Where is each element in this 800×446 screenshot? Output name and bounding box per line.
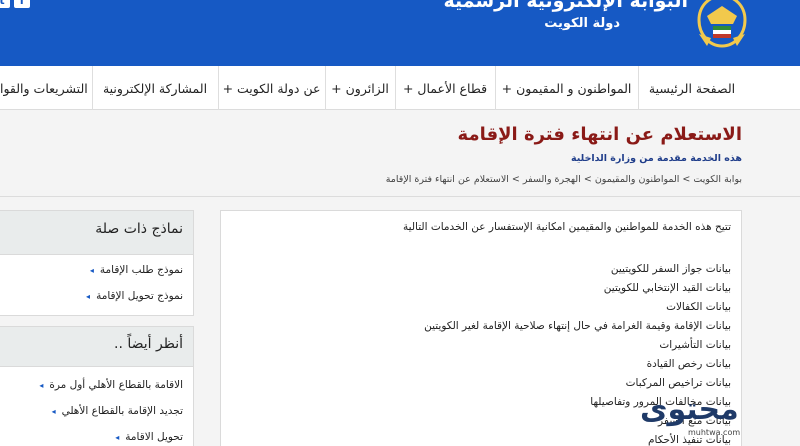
social-links: t f bbox=[0, 0, 30, 8]
see-also-label: تجديد الإقامة بالقطاع الأهلي bbox=[61, 405, 183, 417]
service-item: بيانات رخص القيادة bbox=[646, 358, 731, 370]
nav-item-home[interactable]: الصفحة الرئيسية bbox=[638, 66, 746, 110]
breadcrumb[interactable]: بوابة الكويت > المواطنون والمقيمون > اله… bbox=[386, 174, 742, 185]
chevron-left-icon: ◂ bbox=[115, 432, 120, 442]
portal-title[interactable]: البوابة الإلكترونية الرسمية bbox=[443, 0, 688, 12]
watermark-logo: محتوى bbox=[640, 392, 739, 427]
service-item: بيانات جواز السفر للكويتيين bbox=[610, 263, 731, 275]
service-item: بيانات القيد الإنتخابي للكويتين bbox=[603, 282, 731, 294]
related-forms-box: نماذج ذات صلة نموذج طلب الإقامة ◂ نموذج … bbox=[0, 210, 194, 316]
site-header: t f البوابة الإلكترونية الرسمية دولة الك… bbox=[0, 0, 800, 66]
nav-item-about-kuwait[interactable]: عن دولة الكويت + bbox=[218, 66, 325, 110]
nav-item-citizens-residents[interactable]: المواطنون و المقيمون + bbox=[495, 66, 638, 110]
chevron-left-icon: ◂ bbox=[51, 406, 56, 416]
related-form-label: نموذج طلب الإقامة bbox=[99, 264, 183, 276]
service-item: بيانات تراخيص المركبات bbox=[625, 377, 731, 389]
see-also-label: الاقامة بالقطاع الأهلي أول مرة bbox=[49, 379, 183, 391]
nav-item-e-participation[interactable]: المشاركة الإلكترونية bbox=[92, 66, 218, 110]
facebook-icon[interactable]: f bbox=[14, 0, 30, 8]
see-also-label: تحويل الاقامة bbox=[125, 431, 183, 443]
related-form-link[interactable]: نموذج تحويل الإقامة ◂ bbox=[86, 290, 183, 302]
page-title: الاستعلام عن انتهاء فترة الإقامة bbox=[457, 124, 742, 145]
divider bbox=[0, 196, 800, 197]
chevron-left-icon: ◂ bbox=[86, 291, 91, 301]
related-form-label: نموذج تحويل الإقامة bbox=[96, 290, 183, 302]
see-also-link[interactable]: تجديد الإقامة بالقطاع الأهلي ◂ bbox=[52, 405, 183, 417]
chevron-left-icon: ◂ bbox=[39, 380, 44, 390]
related-form-link[interactable]: نموذج طلب الإقامة ◂ bbox=[90, 264, 183, 276]
related-forms-title: نماذج ذات صلة bbox=[95, 221, 183, 237]
nav-item-legislation[interactable]: التشريعات والقوا bbox=[0, 66, 92, 110]
see-also-link[interactable]: تحويل الاقامة ◂ bbox=[115, 431, 183, 443]
page-subtitle: هذه الخدمة مقدمة من وزارة الداخلية bbox=[571, 153, 742, 164]
service-item: بيانات التأشيرات bbox=[659, 339, 731, 351]
twitter-icon[interactable]: t bbox=[0, 0, 10, 8]
service-intro: تتيح هذه الخدمة للمواطنين والمقيمين امكا… bbox=[403, 221, 731, 233]
see-also-title: أنظر أيضاً .. bbox=[114, 336, 183, 352]
nav-item-business[interactable]: قطاع الأعمال + bbox=[395, 66, 495, 110]
main-nav: الصفحة الرئيسية المواطنون و المقيمون + ق… bbox=[0, 66, 800, 110]
see-also-header: أنظر أيضاً .. bbox=[0, 327, 193, 367]
related-forms-header: نماذج ذات صلة bbox=[0, 211, 193, 255]
kuwait-emblem-icon[interactable] bbox=[697, 0, 747, 48]
nav-item-visitors[interactable]: الزائرون + bbox=[325, 66, 395, 110]
service-item: بيانات الكفالات bbox=[666, 301, 731, 313]
chevron-left-icon: ◂ bbox=[89, 265, 94, 275]
see-also-link[interactable]: الاقامة بالقطاع الأهلي أول مرة ◂ bbox=[39, 379, 183, 391]
service-item: بيانات الإقامة وقيمة الغرامة في حال إنته… bbox=[424, 320, 731, 332]
see-also-box: أنظر أيضاً .. الاقامة بالقطاع الأهلي أول… bbox=[0, 326, 194, 446]
watermark-url: muhtwa.com bbox=[688, 428, 741, 437]
portal-subtitle: دولة الكويت bbox=[544, 16, 620, 31]
